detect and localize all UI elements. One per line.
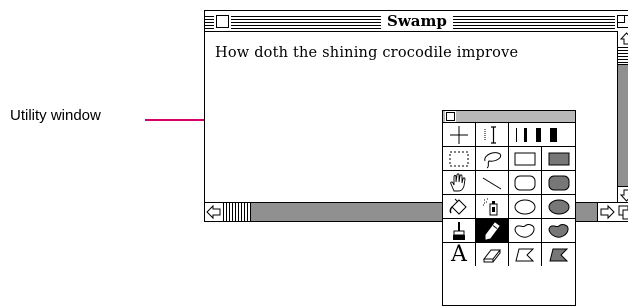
lasso-tool-icon[interactable] bbox=[476, 147, 509, 170]
tool-row bbox=[443, 147, 575, 171]
rectangle-tool-icon[interactable] bbox=[509, 147, 542, 170]
window-title: Swamp bbox=[381, 12, 453, 30]
marquee-select-tool-icon[interactable] bbox=[443, 147, 476, 170]
filled-polygon-tool-icon[interactable] bbox=[542, 243, 575, 266]
tool-row: A bbox=[443, 243, 575, 266]
crosshair-tool-icon[interactable] bbox=[443, 123, 476, 146]
text-tool-icon[interactable]: A bbox=[443, 243, 476, 266]
horizontal-scroll-thumb[interactable] bbox=[224, 203, 251, 221]
tool-row bbox=[443, 195, 575, 219]
tool-row bbox=[443, 219, 575, 243]
document-text[interactable]: How doth the shining crocodile improve bbox=[215, 45, 518, 61]
tool-row bbox=[443, 123, 575, 147]
scroll-left-arrow-icon[interactable] bbox=[205, 203, 224, 221]
vertical-scroll-thumb[interactable] bbox=[618, 48, 628, 65]
paintbrush-tool-icon[interactable] bbox=[443, 219, 476, 242]
scroll-right-arrow-icon[interactable] bbox=[597, 203, 617, 221]
utility-title-bar[interactable] bbox=[443, 111, 575, 123]
scroll-up-arrow-icon[interactable] bbox=[618, 31, 628, 48]
tool-row bbox=[443, 171, 575, 195]
utility-window: A bbox=[442, 110, 576, 306]
text-tool-glyph: A bbox=[451, 241, 467, 267]
zoom-box-icon[interactable] bbox=[617, 15, 628, 28]
callout-label: Utility window bbox=[10, 107, 101, 124]
filled-freeform-shape-tool-icon[interactable] bbox=[542, 219, 575, 242]
text-insert-tool-icon[interactable] bbox=[476, 123, 509, 146]
polygon-tool-icon[interactable] bbox=[509, 243, 542, 266]
line-tool-icon[interactable] bbox=[476, 171, 509, 194]
tool-palette: A bbox=[443, 123, 575, 266]
vertical-scrollbar[interactable] bbox=[617, 31, 628, 203]
paint-bucket-tool-icon[interactable] bbox=[443, 195, 476, 218]
close-box-icon[interactable] bbox=[216, 15, 229, 28]
rounded-rectangle-tool-icon[interactable] bbox=[509, 171, 542, 194]
oval-tool-icon[interactable] bbox=[509, 195, 542, 218]
filled-rectangle-tool-icon[interactable] bbox=[542, 147, 575, 170]
utility-close-box-icon[interactable] bbox=[446, 112, 455, 121]
eraser-tool-icon[interactable] bbox=[476, 243, 509, 266]
pencil-tool-icon[interactable] bbox=[476, 219, 509, 242]
grabber-hand-tool-icon[interactable] bbox=[443, 171, 476, 194]
spray-can-tool-icon[interactable] bbox=[476, 195, 509, 218]
scroll-down-arrow-icon[interactable] bbox=[618, 186, 628, 203]
title-bar[interactable]: Swamp bbox=[205, 11, 628, 32]
filled-rounded-rectangle-tool-icon[interactable] bbox=[542, 171, 575, 194]
freeform-shape-tool-icon[interactable] bbox=[509, 219, 542, 242]
grow-box-icon[interactable] bbox=[616, 203, 628, 221]
filled-oval-tool-icon[interactable] bbox=[542, 195, 575, 218]
line-widths-tool-icon[interactable] bbox=[509, 123, 575, 146]
